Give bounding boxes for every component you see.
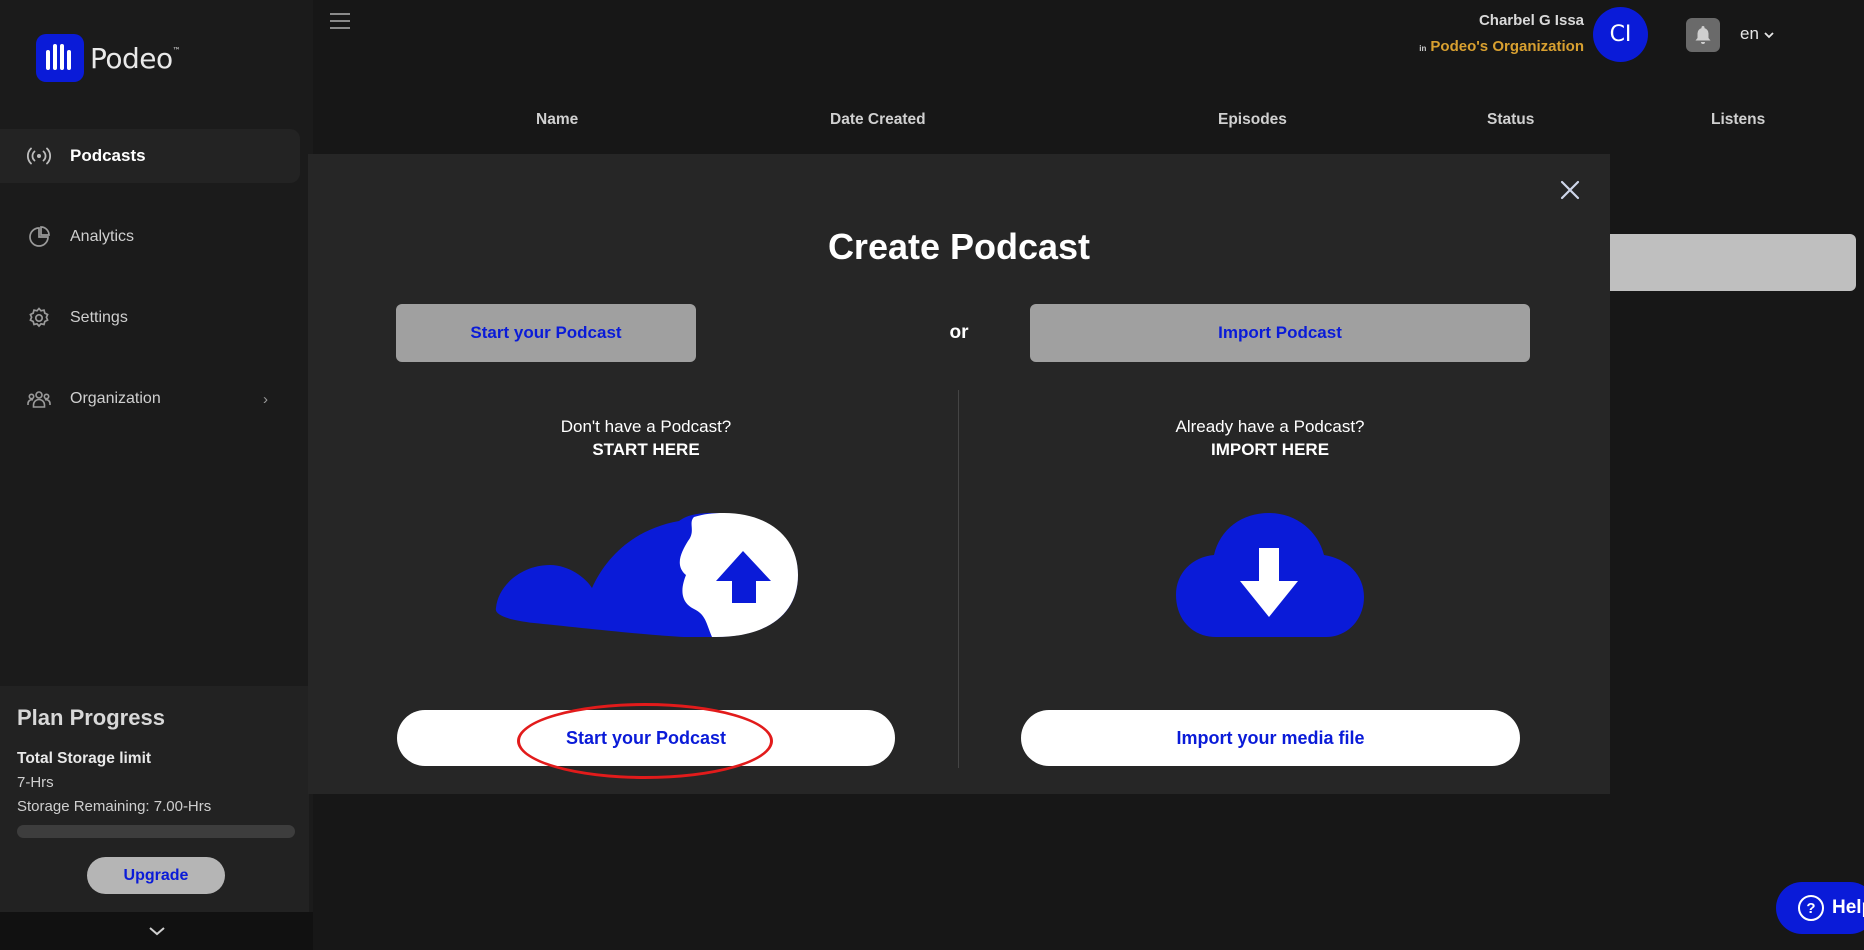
- sidebar-item-settings[interactable]: Settings: [0, 291, 300, 345]
- help-label: Help: [1832, 897, 1864, 918]
- plan-progress-panel: Plan Progress Total Storage limit 7-Hrs …: [0, 686, 309, 912]
- storage-limit-value: 7-Hrs: [17, 774, 54, 791]
- tab-import-podcast[interactable]: Import Podcast: [1030, 304, 1530, 362]
- column-header-status[interactable]: Status: [1487, 111, 1534, 129]
- column-header-date-created[interactable]: Date Created: [830, 111, 926, 129]
- storage-limit-label: Total Storage limit: [17, 750, 152, 767]
- column-header-listens[interactable]: Listens: [1711, 111, 1765, 129]
- logo-text: Podeo™: [90, 41, 181, 75]
- organization-name[interactable]: in Podeo's Organization: [1419, 38, 1584, 55]
- podeo-logo-mark-icon: [36, 34, 84, 82]
- close-icon[interactable]: [1558, 178, 1582, 202]
- column-header-episodes[interactable]: Episodes: [1218, 111, 1287, 129]
- question-icon: ?: [1798, 895, 1824, 921]
- avatar[interactable]: CI: [1593, 7, 1648, 62]
- import-media-button[interactable]: Import your media file: [1021, 710, 1520, 766]
- chevron-right-icon: ›: [263, 390, 268, 408]
- or-label: or: [949, 322, 969, 343]
- chevron-down-icon: [1764, 32, 1774, 39]
- create-podcast-modal: Create Podcast Start your Podcast or Imp…: [308, 154, 1610, 794]
- notification-bell-icon[interactable]: [1686, 18, 1720, 52]
- language-select[interactable]: en: [1740, 24, 1774, 44]
- chevron-down-icon: [148, 927, 165, 936]
- sidebar-item-label: Analytics: [70, 228, 135, 245]
- people-icon: [26, 386, 52, 412]
- help-button[interactable]: ? Help: [1776, 882, 1864, 934]
- upgrade-button[interactable]: Upgrade: [87, 857, 225, 894]
- cloud-download-icon: [1176, 513, 1364, 637]
- modal-title: Create Podcast: [827, 226, 1091, 267]
- sidebar-item-label: Settings: [70, 309, 128, 326]
- podeo-logo[interactable]: Podeo™: [36, 34, 181, 82]
- divider: [958, 390, 959, 768]
- import-prompt: Already have a Podcast? IMPORT HERE: [1175, 417, 1365, 459]
- sidebar-item-organization[interactable]: Organization ›: [0, 372, 300, 426]
- sidebar-item-label: Podcasts: [70, 146, 146, 165]
- broadcast-icon: [26, 143, 52, 169]
- cloud-upload-icon: [495, 513, 798, 637]
- pie-chart-icon: [26, 224, 52, 250]
- tab-start-podcast[interactable]: Start your Podcast: [396, 304, 696, 362]
- storage-progress-bar: [17, 825, 295, 838]
- sidebar-collapse-toggle[interactable]: [0, 912, 313, 950]
- start-prompt: Don't have a Podcast? START HERE: [560, 417, 732, 459]
- sidebar: Podeo™ Podcasts Analytics Settings Organ…: [0, 0, 313, 950]
- hamburger-menu-icon[interactable]: [330, 13, 350, 34]
- sidebar-item-podcasts[interactable]: Podcasts: [0, 129, 300, 183]
- user-name[interactable]: Charbel G Issa: [1479, 12, 1584, 29]
- highlight-annotation: [517, 703, 773, 779]
- sidebar-item-analytics[interactable]: Analytics: [0, 210, 300, 264]
- storage-remaining: Storage Remaining: 7.00-Hrs: [17, 798, 212, 815]
- sidebar-item-label: Organization: [70, 390, 161, 407]
- gear-icon: [26, 305, 52, 331]
- plan-title: Plan Progress: [17, 705, 165, 730]
- column-header-name[interactable]: Name: [536, 111, 578, 129]
